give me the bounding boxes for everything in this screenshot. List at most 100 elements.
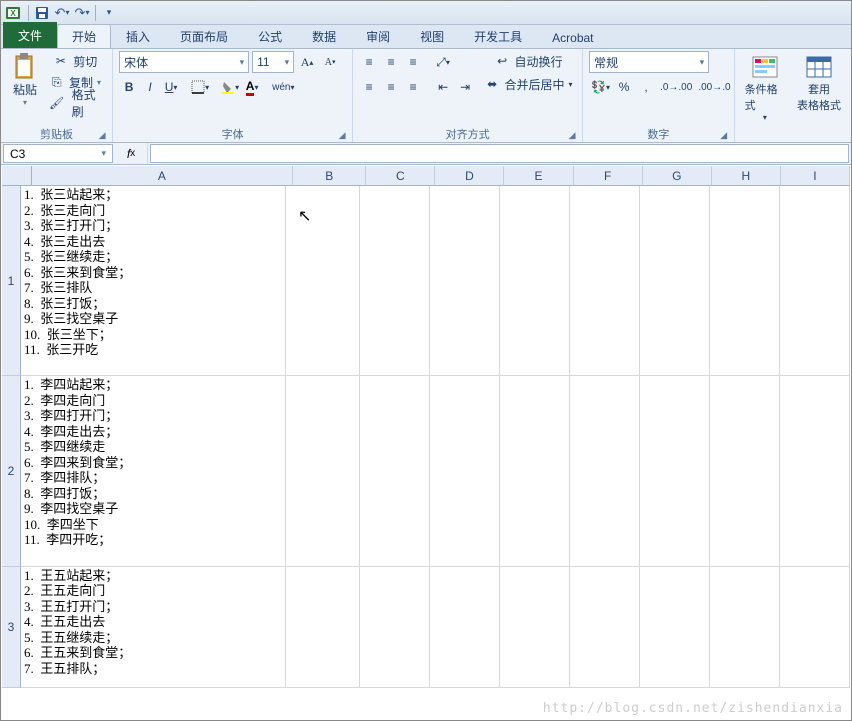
fill-color-button[interactable]: ▾ [219,77,241,97]
name-box[interactable]: C3 ▾ [3,144,113,163]
orientation-button[interactable]: ⤢▾ [433,52,453,72]
cell[interactable]: 1. 王五站起来； 2. 王五走向门 3. 王五打开门； 4. 王五走出去 5.… [21,567,286,688]
align-middle-button[interactable]: ≡ [381,52,401,72]
cell[interactable] [500,186,570,376]
align-left-button[interactable]: ≡ [359,77,379,97]
font-color-button[interactable]: A▾ [242,77,262,97]
indent-inc-button[interactable]: ⇥ [455,77,475,97]
currency-button[interactable]: 💱▾ [589,77,612,97]
redo-button[interactable]: ↷▾ [72,3,92,23]
merge-center-button[interactable]: ⬌ 合并后居中▾ [485,74,574,94]
tab-home[interactable]: 开始 [57,24,111,48]
cell[interactable]: 1. 张三站起来； 2. 张三走向门 3. 张三打开门； 4. 张三走出去 5.… [21,186,286,376]
row-header[interactable]: 2 [2,376,21,566]
font-size-combo[interactable]: 11▾ [252,51,294,73]
percent-button[interactable]: % [614,77,634,97]
column-header[interactable]: B [293,166,366,186]
tab-review[interactable]: 审阅 [351,24,405,48]
column-header[interactable]: G [643,166,712,186]
group-number: 常规▾ 💱▾ % , .0→.00 .00→.0 数字◢ [583,49,735,142]
align-center-button[interactable]: ≡ [381,77,401,97]
cell[interactable] [360,567,430,688]
cell[interactable] [640,567,710,688]
tab-insert[interactable]: 插入 [111,24,165,48]
cell[interactable] [570,567,640,688]
cell[interactable] [500,567,570,688]
bold-button[interactable]: B [119,77,139,97]
cell[interactable] [286,567,360,688]
grow-font-button[interactable]: A▴ [297,52,317,72]
row-header[interactable]: 1 [2,186,21,376]
cell[interactable] [780,567,850,688]
cell[interactable] [286,186,360,376]
fx-button[interactable]: fx [121,144,141,164]
cell[interactable] [640,186,710,376]
comma-button[interactable]: , [636,77,656,97]
cut-button[interactable]: ✂ 剪切 [47,51,106,71]
undo-button[interactable]: ↶▾ [52,3,72,23]
dec-decimal-button[interactable]: .00→.0 [696,77,732,97]
cell[interactable] [640,376,710,566]
number-launcher[interactable]: ◢ [718,130,730,142]
cell[interactable]: 1. 李四站起来； 2. 李四走向门 3. 李四打开门； 4. 李四走出去； 5… [21,376,286,566]
column-header[interactable]: A [32,166,294,186]
format-painter-button[interactable]: 🖌 格式刷 [47,93,106,113]
column-header[interactable]: E [504,166,573,186]
table-format-button[interactable]: 套用 表格格式 [793,51,845,115]
wrap-text-button[interactable]: ↩ 自动换行 [485,51,574,71]
cell[interactable] [710,376,780,566]
brush-icon: 🖌 [49,96,64,110]
font-launcher[interactable]: ◢ [336,130,348,142]
italic-button[interactable]: I [140,77,160,97]
ribbon-tabs: 文件 开始 插入 页面布局 公式 数据 审阅 视图 开发工具 Acrobat [1,25,851,49]
tab-view[interactable]: 视图 [405,24,459,48]
column-header[interactable]: C [366,166,435,186]
tab-dev[interactable]: 开发工具 [459,24,537,48]
align-top-button[interactable]: ≡ [359,52,379,72]
column-header[interactable]: D [435,166,504,186]
tab-acrobat[interactable]: Acrobat [537,27,608,48]
cell[interactable] [500,376,570,566]
cell[interactable] [430,567,500,688]
grid: ABCDEFGHI 123 1. 张三站起来； 2. 张三走向门 3. 张三打开… [2,166,850,719]
cell[interactable] [360,186,430,376]
border-button[interactable]: ▾ [189,77,211,97]
number-format-combo[interactable]: 常规▾ [589,51,709,73]
font-name-combo[interactable]: 宋体▾ [119,51,249,73]
phonetic-button[interactable]: wén▾ [270,77,296,97]
align-launcher[interactable]: ◢ [566,130,578,142]
cell[interactable] [570,186,640,376]
tab-file[interactable]: 文件 [3,22,57,48]
clipboard-launcher[interactable]: ◢ [96,130,108,142]
select-all-corner[interactable] [2,166,32,186]
qat-customize[interactable]: ▾ [99,3,119,23]
row-header[interactable]: 3 [2,567,21,688]
inc-decimal-button[interactable]: .0→.00 [658,77,694,97]
column-header[interactable]: F [574,166,643,186]
align-right-button[interactable]: ≡ [403,77,423,97]
column-header[interactable]: H [712,166,781,186]
tab-formulas[interactable]: 公式 [243,24,297,48]
cell[interactable] [570,376,640,566]
cell[interactable] [360,376,430,566]
column-header[interactable]: I [781,166,850,186]
save-button[interactable] [32,3,52,23]
cell[interactable] [780,186,850,376]
group-clipboard: 粘贴 ▾ ✂ 剪切 ⎘ 复制▾ 🖌 格式刷 剪贴板◢ [1,49,113,142]
tab-data[interactable]: 数据 [297,24,351,48]
formula-input[interactable] [150,144,849,163]
cell[interactable] [430,186,500,376]
excel-icon: X [5,5,21,21]
conditional-format-button[interactable]: 条件格式▾ [741,51,789,124]
cell[interactable] [286,376,360,566]
cell[interactable] [430,376,500,566]
cell[interactable] [710,567,780,688]
align-bottom-button[interactable]: ≡ [403,52,423,72]
tab-layout[interactable]: 页面布局 [165,24,243,48]
cell[interactable] [710,186,780,376]
shrink-font-button[interactable]: A▾ [320,52,340,72]
paste-button[interactable]: 粘贴 ▾ [7,51,43,109]
indent-dec-button[interactable]: ⇤ [433,77,453,97]
underline-button[interactable]: U▾ [161,77,181,97]
cell[interactable] [780,376,850,566]
